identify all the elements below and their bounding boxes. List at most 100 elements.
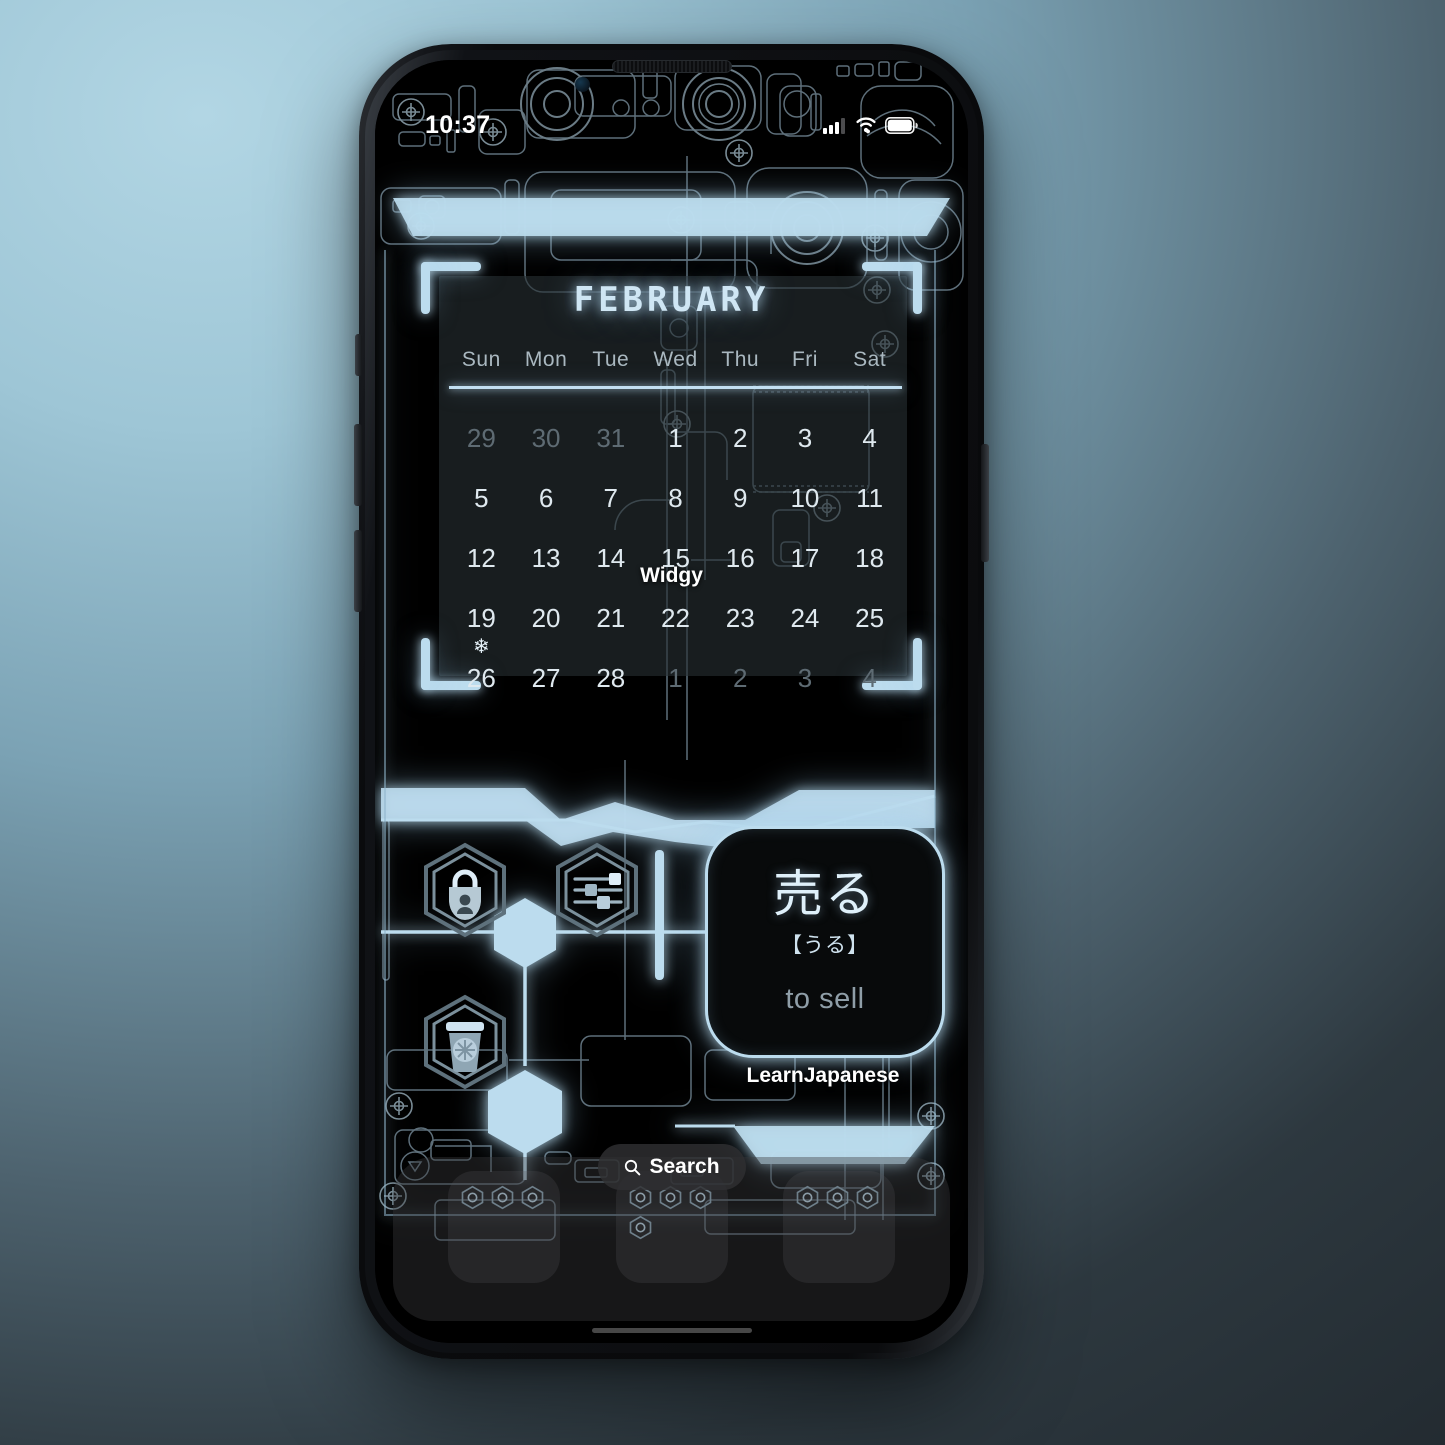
calendar-day-number: 20 bbox=[531, 602, 561, 633]
calendar-day-number: 19 bbox=[466, 602, 496, 633]
calendar-day[interactable]: 5 bbox=[449, 468, 514, 528]
hex-chat-icon[interactable] bbox=[795, 1185, 820, 1210]
calendar-day[interactable]: 30 bbox=[514, 408, 579, 468]
japanese-widget-label: LearnJapanese bbox=[746, 1064, 900, 1087]
calendar-day-number: 30 bbox=[531, 422, 561, 453]
calendar-day-number: 27 bbox=[531, 662, 561, 693]
snowflake-icon: ❄ bbox=[472, 636, 490, 658]
cellular-signal-icon bbox=[823, 117, 845, 134]
day-header: Sat bbox=[853, 348, 887, 371]
app-icon-settings[interactable] bbox=[547, 840, 647, 940]
calendar-day-number: 11 bbox=[856, 482, 884, 513]
app-icon-coffee[interactable] bbox=[415, 992, 515, 1092]
calendar-day[interactable]: 3 bbox=[773, 408, 838, 468]
calendar-day[interactable]: 29 bbox=[449, 408, 514, 468]
learn-japanese-widget[interactable]: 売る 【うる】 to sell bbox=[705, 826, 945, 1058]
calendar-day[interactable]: 9 bbox=[708, 468, 773, 528]
calendar-day[interactable]: 4 bbox=[837, 408, 902, 468]
hex-app-icon[interactable] bbox=[490, 1185, 515, 1210]
calendar-day[interactable]: 8 bbox=[643, 468, 708, 528]
hex-diamond-icon[interactable] bbox=[855, 1185, 880, 1210]
calendar-day[interactable]: 1 bbox=[643, 408, 708, 468]
hex-dot-icon[interactable] bbox=[628, 1215, 653, 1240]
calendar-day[interactable]: 28 bbox=[578, 648, 643, 708]
calendar-day[interactable]: 2 bbox=[708, 648, 773, 708]
calendar-day[interactable]: 11 bbox=[837, 468, 902, 528]
calendar-day-number: 4 bbox=[862, 422, 877, 453]
day-header: Thu bbox=[721, 348, 760, 371]
search-button[interactable]: Search bbox=[597, 1144, 746, 1190]
calendar-day[interactable]: 3 bbox=[773, 648, 838, 708]
status-time: 10:37 bbox=[425, 110, 491, 139]
calendar-widget[interactable]: FEBRUARY Sun Mon Tue Wed Thu Fri Sat 29 3… bbox=[415, 256, 928, 696]
calendar-day-number: 29 bbox=[466, 422, 496, 453]
wallpaper-scene: 10:37 FEBRUARY Sun Mon Tue Wed Thu Fri S… bbox=[0, 0, 1445, 1445]
hex-leaf-icon[interactable] bbox=[520, 1185, 545, 1210]
calendar-day-number: 28 bbox=[596, 662, 626, 693]
calendar-day[interactable]: 25 bbox=[837, 588, 902, 648]
volume-down-button[interactable] bbox=[354, 530, 362, 612]
calendar-day-number: 26 bbox=[466, 662, 496, 693]
power-button[interactable] bbox=[981, 444, 989, 562]
calendar-day[interactable]: 7 bbox=[578, 468, 643, 528]
day-header: Fri bbox=[791, 348, 818, 371]
calendar-day-number: 3 bbox=[797, 422, 813, 453]
calendar-day[interactable]: 22 bbox=[643, 588, 708, 648]
calendar-day-number: 2 bbox=[732, 662, 748, 693]
dock-folder-three[interactable] bbox=[782, 1171, 895, 1283]
calendar-day-number: 6 bbox=[538, 482, 554, 513]
status-bar: 10:37 bbox=[375, 108, 968, 142]
dock-folder-one[interactable] bbox=[448, 1171, 561, 1283]
hex-book-icon[interactable] bbox=[825, 1185, 850, 1210]
silent-switch[interactable] bbox=[355, 334, 362, 376]
calendar-day[interactable]: 24 bbox=[773, 588, 838, 648]
calendar-day-number: 2 bbox=[732, 422, 748, 453]
calendar-day-number: 4 bbox=[862, 662, 877, 693]
calendar-day[interactable]: 1 bbox=[643, 648, 708, 708]
calendar-day-number: 23 bbox=[725, 602, 755, 633]
calendar-day[interactable]: 4 bbox=[837, 648, 902, 708]
day-header: Sun bbox=[461, 348, 501, 371]
calendar-day[interactable]: 6 bbox=[514, 468, 579, 528]
wifi-icon bbox=[856, 117, 876, 134]
calendar-day-number: 1 bbox=[668, 422, 683, 453]
calendar-day-number: 1 bbox=[668, 662, 683, 693]
hex-app-icon[interactable] bbox=[460, 1185, 485, 1210]
calendar-day-number: 24 bbox=[790, 602, 820, 633]
calendar-month-title: FEBRUARY bbox=[573, 280, 770, 320]
calendar-widget-label: Widgy bbox=[640, 564, 703, 587]
front-camera bbox=[575, 77, 590, 92]
calendar-day[interactable]: 10 bbox=[773, 468, 838, 528]
app-icon-password-manager[interactable] bbox=[415, 840, 515, 940]
status-icons bbox=[823, 116, 918, 134]
calendar-day[interactable]: ❄ 26 bbox=[449, 636, 514, 708]
magnifier-icon bbox=[624, 1159, 640, 1175]
home-indicator[interactable] bbox=[591, 1328, 752, 1333]
phone-device: 10:37 FEBRUARY Sun Mon Tue Wed Thu Fri S… bbox=[354, 44, 989, 1359]
calendar-day[interactable]: 27 bbox=[514, 648, 579, 708]
day-header: Wed bbox=[653, 348, 698, 371]
calendar-day-number: 9 bbox=[732, 482, 748, 513]
calendar-day-number: 7 bbox=[603, 482, 619, 513]
day-header: Tue bbox=[592, 348, 630, 371]
calendar-day-number: 5 bbox=[474, 482, 489, 513]
earpiece-speaker bbox=[611, 60, 732, 73]
japanese-reading: 【うる】 bbox=[781, 933, 869, 957]
calendar-day[interactable]: 31 bbox=[578, 408, 643, 468]
calendar-day[interactable]: 20 bbox=[514, 588, 579, 648]
battery-icon bbox=[885, 116, 918, 134]
calendar-day[interactable]: 23 bbox=[708, 588, 773, 648]
japanese-word: 売る bbox=[773, 865, 877, 922]
japanese-meaning: to sell bbox=[785, 982, 865, 1015]
calendar-day[interactable]: 2 bbox=[708, 408, 773, 468]
calendar-day[interactable]: 21 bbox=[578, 588, 643, 648]
calendar-day-headers: Sun Mon Tue Wed Thu Fri Sat bbox=[449, 348, 902, 372]
calendar-day-number: 21 bbox=[596, 602, 626, 633]
calendar-grid: 29 30 31 1 2 3 4 5 6 7 8 9 10 11 12 13 14 15 16 17 18 19 20 21 2… bbox=[449, 408, 902, 708]
calendar-day-number: 31 bbox=[596, 422, 626, 453]
calendar-day-number: 10 bbox=[790, 482, 820, 513]
phone-screen: 10:37 FEBRUARY Sun Mon Tue Wed Thu Fri S… bbox=[375, 60, 968, 1343]
calendar-day-number: 22 bbox=[661, 602, 690, 633]
volume-up-button[interactable] bbox=[354, 424, 362, 506]
search-label: Search bbox=[649, 1155, 720, 1178]
